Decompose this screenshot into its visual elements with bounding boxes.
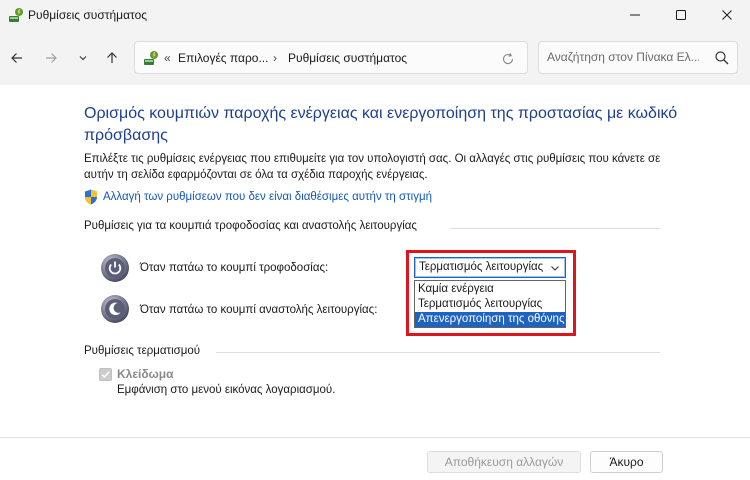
- refresh-button[interactable]: [498, 49, 518, 69]
- power-options-app-icon: [9, 8, 23, 22]
- group-divider: [450, 228, 660, 229]
- uac-shield-icon: [85, 189, 97, 205]
- window-title: Ρυθμίσεις συστήματος: [28, 8, 148, 22]
- refresh-icon: [502, 52, 514, 65]
- checkmark-icon: [101, 371, 110, 379]
- sleep-button-icon: [101, 295, 129, 323]
- chevron-down-icon: [79, 56, 87, 61]
- cancel-button[interactable]: Άκυρο: [590, 451, 663, 473]
- arrow-up-icon: [107, 52, 117, 63]
- group-divider: [216, 352, 660, 353]
- close-button[interactable]: [704, 0, 750, 30]
- search-icon[interactable]: [714, 50, 730, 66]
- power-button-label: Όταν πατάω το κουμπί τροφοδοσίας:: [140, 262, 329, 274]
- navigation-bar: « Επιλογές παρο... › Ρυθμίσεις συστήματο…: [0, 30, 750, 85]
- minimize-button[interactable]: [612, 0, 658, 30]
- recent-locations-button[interactable]: [73, 48, 93, 68]
- power-options-icon: [144, 51, 158, 65]
- close-icon: [722, 10, 732, 20]
- page-description: Επιλέξτε τις ρυθμίσεις ενέργειας που επι…: [84, 153, 661, 181]
- shutdown-group-header: Ρυθμίσεις τερματισμού: [84, 345, 201, 357]
- search-box[interactable]: [538, 41, 738, 74]
- save-changes-button[interactable]: Αποθήκευση αλλαγών: [427, 451, 581, 473]
- power-button-icon: [101, 254, 129, 282]
- annotation-highlight-box: [406, 250, 576, 336]
- lock-checkbox[interactable]: [99, 368, 112, 381]
- lock-description: Εμφάνιση στο μενού εικόνας λογαριασμού.: [117, 384, 336, 396]
- breadcrumb-overflow[interactable]: «: [164, 51, 171, 65]
- title-bar: Ρυθμίσεις συστήματος: [0, 0, 750, 30]
- minimize-icon: [630, 14, 640, 16]
- power-buttons-group-header: Ρυθμίσεις για τα κουμπιά τροφοδοσίας και…: [84, 220, 417, 232]
- arrow-right-icon: [46, 53, 57, 63]
- arrow-left-icon: [11, 53, 22, 63]
- search-input[interactable]: [547, 50, 699, 64]
- footer-divider: [0, 437, 750, 438]
- sleep-button-label: Όταν πατάω το κουμπί αναστολής λειτουργί…: [140, 304, 378, 316]
- breadcrumb-item-system-settings[interactable]: Ρυθμίσεις συστήματος: [288, 51, 407, 65]
- lock-label: Κλείδωμα: [117, 367, 174, 381]
- up-button[interactable]: [102, 48, 122, 68]
- change-settings-link-row[interactable]: Αλλαγή των ρυθμίσεων που δεν είναι διαθέ…: [84, 188, 432, 206]
- back-button[interactable]: [7, 48, 27, 68]
- breadcrumb-separator[interactable]: ›: [273, 51, 277, 65]
- change-unavailable-settings-link[interactable]: Αλλαγή των ρυθμίσεων που δεν είναι διαθέ…: [103, 191, 432, 203]
- address-bar[interactable]: « Επιλογές παρο... › Ρυθμίσεις συστήματο…: [134, 41, 528, 74]
- maximize-button[interactable]: [658, 0, 704, 30]
- page-title: Ορισμός κουμπιών παροχής ενέργειας και ε…: [84, 105, 678, 144]
- maximize-icon: [676, 10, 686, 20]
- breadcrumb-item-power-options[interactable]: Επιλογές παρο...: [178, 51, 268, 65]
- forward-button[interactable]: [41, 48, 61, 68]
